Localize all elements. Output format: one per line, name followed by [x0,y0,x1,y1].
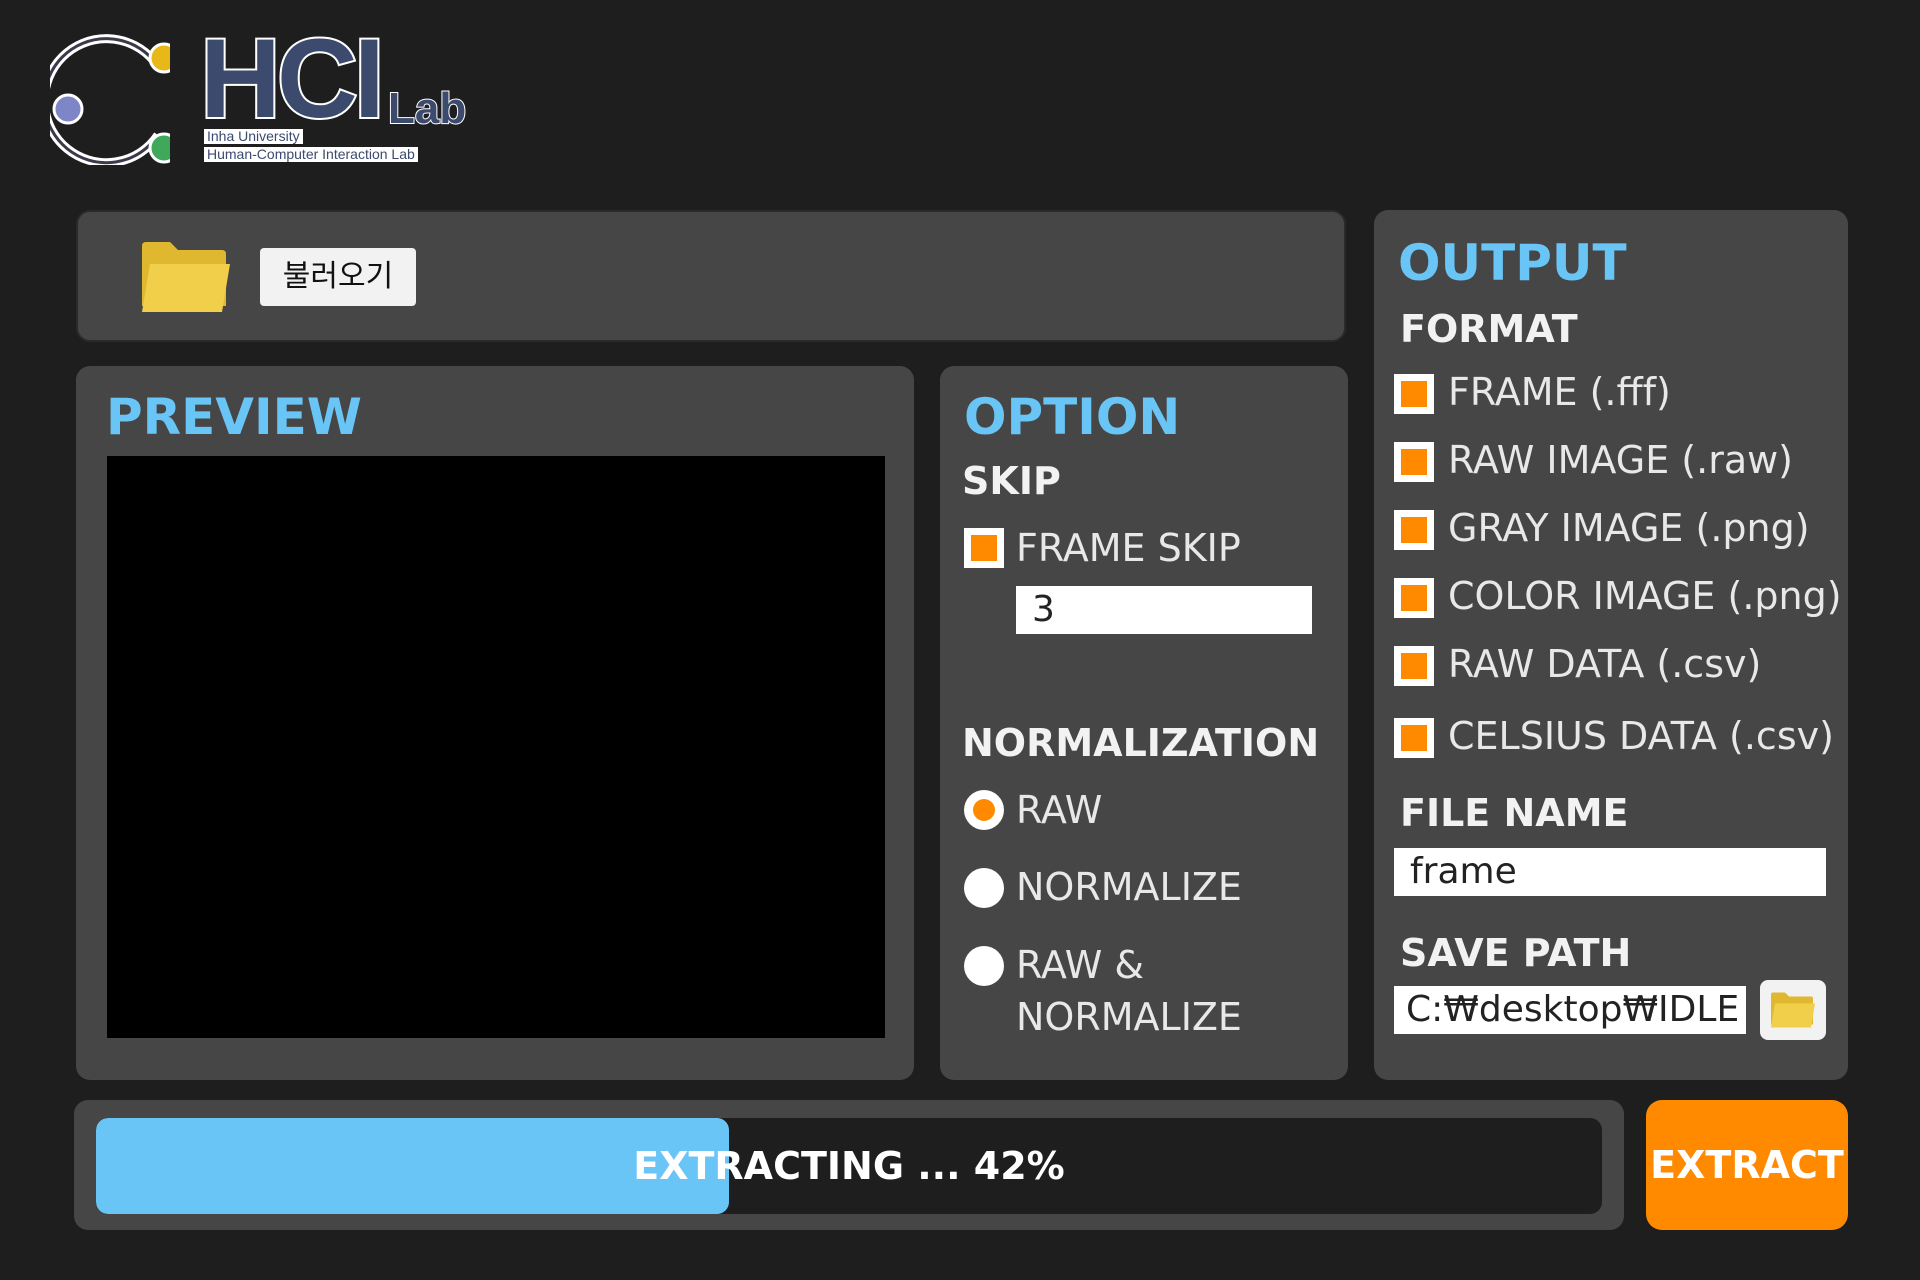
format-raw-image-label: RAW IMAGE (.raw) [1448,438,1794,482]
load-button[interactable]: 불러오기 [260,248,416,306]
preview-panel: PREVIEW [76,366,914,1080]
radio-normalize[interactable] [964,868,1004,908]
logo-suffix: Lab [387,84,467,133]
preview-title: PREVIEW [106,388,362,446]
radio-raw-label: RAW [1016,788,1103,832]
frame-skip-checkbox[interactable] [964,528,1004,568]
logo-title: HCI [198,16,387,141]
radio-raw-and-normalize[interactable] [964,946,1004,986]
file-name-heading: FILE NAME [1400,791,1629,835]
radio-normalize-label: NORMALIZE [1016,865,1242,909]
logo-line1: Inha University [204,128,303,145]
radio-raw-and-normalize-label-line2: NORMALIZE [1016,995,1242,1039]
preview-canvas [107,456,885,1038]
save-path-heading: SAVE PATH [1400,931,1632,975]
browse-folder-button[interactable] [1760,980,1826,1040]
progress-label: EXTRACTING ... 42% [633,1144,1065,1188]
format-color-image-checkbox[interactable] [1394,578,1434,618]
frame-skip-input[interactable]: 3 [1016,586,1312,634]
format-gray-image-checkbox[interactable] [1394,510,1434,550]
option-title: OPTION [964,388,1181,446]
format-raw-data-checkbox[interactable] [1394,646,1434,686]
format-celsius-data-checkbox[interactable] [1394,718,1434,758]
logo-line2: Human-Computer Interaction Lab [204,146,418,163]
format-color-image-label: COLOR IMAGE (.png) [1448,574,1842,618]
format-gray-image-label: GRAY IMAGE (.png) [1448,506,1810,550]
format-celsius-data-label: CELSIUS DATA (.csv) [1448,714,1834,758]
format-raw-data-label: RAW DATA (.csv) [1448,642,1762,686]
frame-skip-label: FRAME SKIP [1016,526,1241,570]
skip-heading: SKIP [962,459,1061,503]
output-title: OUTPUT [1398,234,1627,292]
logo-ring-icon [50,34,170,165]
format-frame-checkbox[interactable] [1394,374,1434,414]
load-toolbar: 불러오기 [76,210,1346,342]
format-heading: FORMAT [1400,307,1578,351]
output-panel: OUTPUT FORMAT FRAME (.fff) RAW IMAGE (.r… [1374,210,1848,1080]
progress-panel: EXTRACTING ... 42% [74,1100,1624,1230]
radio-raw[interactable] [964,790,1004,830]
folder-icon[interactable] [140,240,232,314]
normalization-heading: NORMALIZATION [962,721,1320,765]
format-raw-image-checkbox[interactable] [1394,442,1434,482]
hci-lab-logo: HCI Lab Inha University Human-Computer I… [50,16,490,175]
option-panel: OPTION SKIP FRAME SKIP 3 NORMALIZATION R… [940,366,1348,1080]
folder-icon [1771,992,1815,1028]
radio-raw-and-normalize-label-line1: RAW & [1016,943,1145,987]
extract-button[interactable]: EXTRACT [1646,1100,1848,1230]
file-name-input[interactable]: frame [1394,848,1826,896]
format-frame-label: FRAME (.fff) [1448,370,1671,414]
save-path-input[interactable]: C:₩desktop₩IDLE [1394,986,1746,1034]
